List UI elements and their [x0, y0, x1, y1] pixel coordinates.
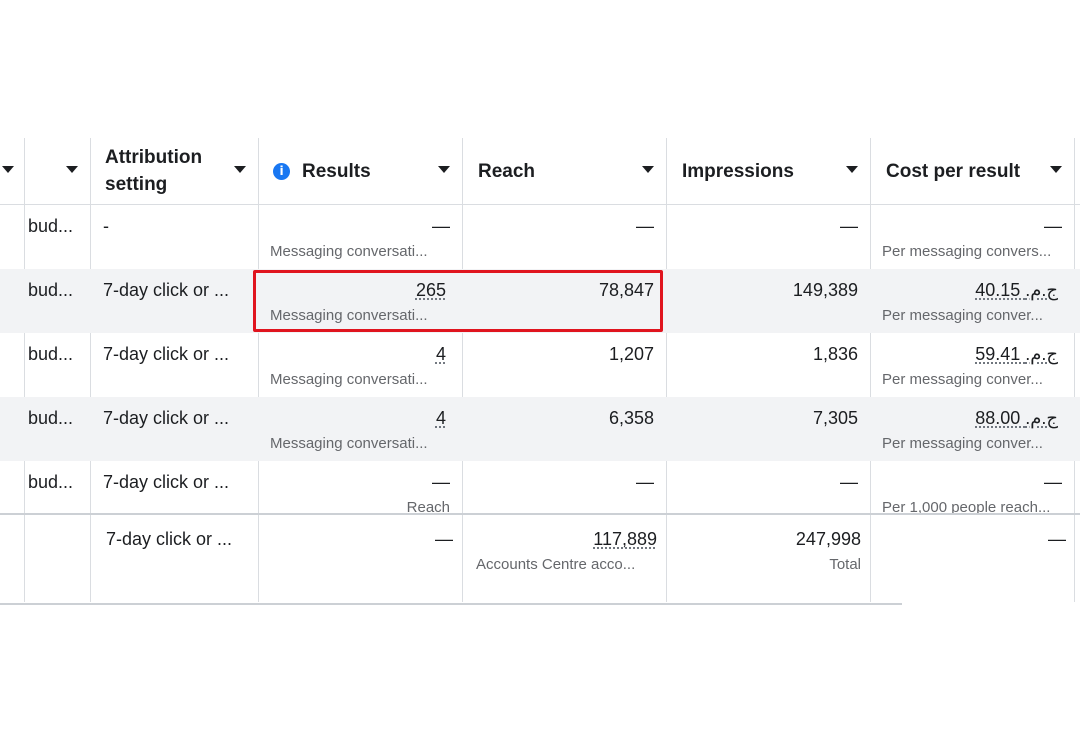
totals-row: 7-day click or ... — 117,889 Accounts Ce…: [0, 513, 1080, 602]
cost-type: Per 1,000 people reach...: [882, 499, 1051, 513]
results-link[interactable]: 4: [436, 408, 446, 428]
table-bottom-divider: [0, 603, 902, 605]
cost-type: Per messaging convers...: [882, 243, 1052, 260]
table-body: bud... - — Messaging conversati... — — —…: [0, 205, 1080, 513]
cost-type: Per messaging conver...: [882, 307, 1043, 324]
cost-value[interactable]: 88.00 ج.م.‏: [882, 406, 1058, 430]
reach-value: 1,207: [608, 344, 654, 364]
results-link[interactable]: 4: [436, 344, 446, 364]
table-row[interactable]: bud... 7-day click or ... 4 Messaging co…: [0, 397, 1080, 461]
results-value[interactable]: 4: [270, 406, 446, 430]
budget-cell: bud...: [28, 216, 74, 236]
totals-impressions-type: Total: [829, 556, 861, 573]
cost-value: —: [1044, 216, 1062, 236]
totals-impressions: 247,998: [795, 529, 861, 549]
totals-reach-link[interactable]: 117,889: [593, 529, 657, 549]
table-row[interactable]: bud... - — Messaging conversati... — — —…: [0, 205, 1080, 269]
column-header-cost-per-result[interactable]: Cost per result: [886, 138, 1046, 204]
impressions-value: —: [840, 216, 858, 236]
cost-type: Per messaging conver...: [882, 435, 1043, 452]
table-row[interactable]: bud... 7-day click or ... — Reach — — — …: [0, 461, 1080, 513]
cost-link[interactable]: 40.15 ج.م.‏: [975, 280, 1058, 300]
impressions-value: —: [840, 472, 858, 492]
results-type: Reach: [406, 499, 450, 513]
reach-value: 6,358: [608, 408, 654, 428]
column-header-label: Cost per result: [886, 160, 1021, 182]
cost-link[interactable]: 88.00 ج.م.‏: [975, 408, 1058, 428]
caret-down-icon[interactable]: [234, 166, 246, 173]
column-header-reach[interactable]: Reach: [478, 138, 628, 204]
results-type: Messaging conversati...: [270, 371, 428, 388]
attribution-cell: 7-day click or ...: [103, 280, 230, 300]
caret-down-icon[interactable]: [66, 166, 78, 173]
results-type: Messaging conversati...: [270, 243, 428, 260]
reach-value: —: [636, 216, 654, 236]
cost-value[interactable]: 40.15 ج.م.‏: [882, 278, 1058, 302]
column-header-label: Attribution setting: [105, 147, 203, 195]
budget-cell: bud...: [28, 408, 74, 428]
caret-down-icon[interactable]: [438, 166, 450, 173]
cost-value[interactable]: 59.41 ج.م.‏: [882, 342, 1058, 366]
highlight-box: [253, 270, 663, 332]
impressions-value: 149,389: [792, 280, 858, 300]
ads-results-table: Attribution setting i Results Reach Impr…: [0, 138, 1080, 602]
reach-value: —: [636, 472, 654, 492]
results-value: —: [432, 216, 450, 236]
cost-link[interactable]: 59.41 ج.م.‏: [975, 344, 1058, 364]
cost-type: Per messaging conver...: [882, 371, 1043, 388]
totals-reach[interactable]: 117,889: [476, 527, 657, 551]
column-header-label: Results: [302, 160, 371, 182]
table-row[interactable]: bud... 7-day click or ... 4 Messaging co…: [0, 333, 1080, 397]
totals-reach-type: Accounts Centre acco...: [476, 556, 636, 573]
attribution-cell: 7-day click or ...: [103, 472, 230, 492]
budget-cell: bud...: [28, 472, 74, 492]
column-header-label: Impressions: [682, 160, 794, 182]
totals-cost: —: [1048, 529, 1066, 549]
info-icon[interactable]: i: [273, 162, 290, 180]
attribution-cell: 7-day click or ...: [103, 344, 230, 364]
impressions-value: 7,305: [812, 408, 858, 428]
cost-value: —: [1044, 472, 1062, 492]
results-value: —: [432, 472, 450, 492]
column-header-attribution[interactable]: Attribution setting: [105, 138, 245, 204]
caret-down-icon[interactable]: [642, 166, 654, 173]
attribution-cell: -: [103, 216, 109, 236]
impressions-value: 1,836: [812, 344, 858, 364]
attribution-cell: 7-day click or ...: [103, 408, 230, 428]
results-type: Messaging conversati...: [270, 435, 428, 452]
caret-down-icon[interactable]: [846, 166, 858, 173]
budget-cell: bud...: [28, 280, 74, 300]
totals-attribution: 7-day click or ...: [106, 529, 233, 549]
budget-cell: bud...: [28, 344, 74, 364]
column-header-impressions[interactable]: Impressions: [682, 138, 832, 204]
results-value[interactable]: 4: [270, 342, 446, 366]
totals-results: —: [435, 529, 453, 549]
caret-down-icon[interactable]: [2, 166, 14, 173]
caret-down-icon[interactable]: [1050, 166, 1062, 173]
column-header-label: Reach: [478, 160, 536, 182]
column-header-results[interactable]: i Results: [273, 138, 433, 204]
